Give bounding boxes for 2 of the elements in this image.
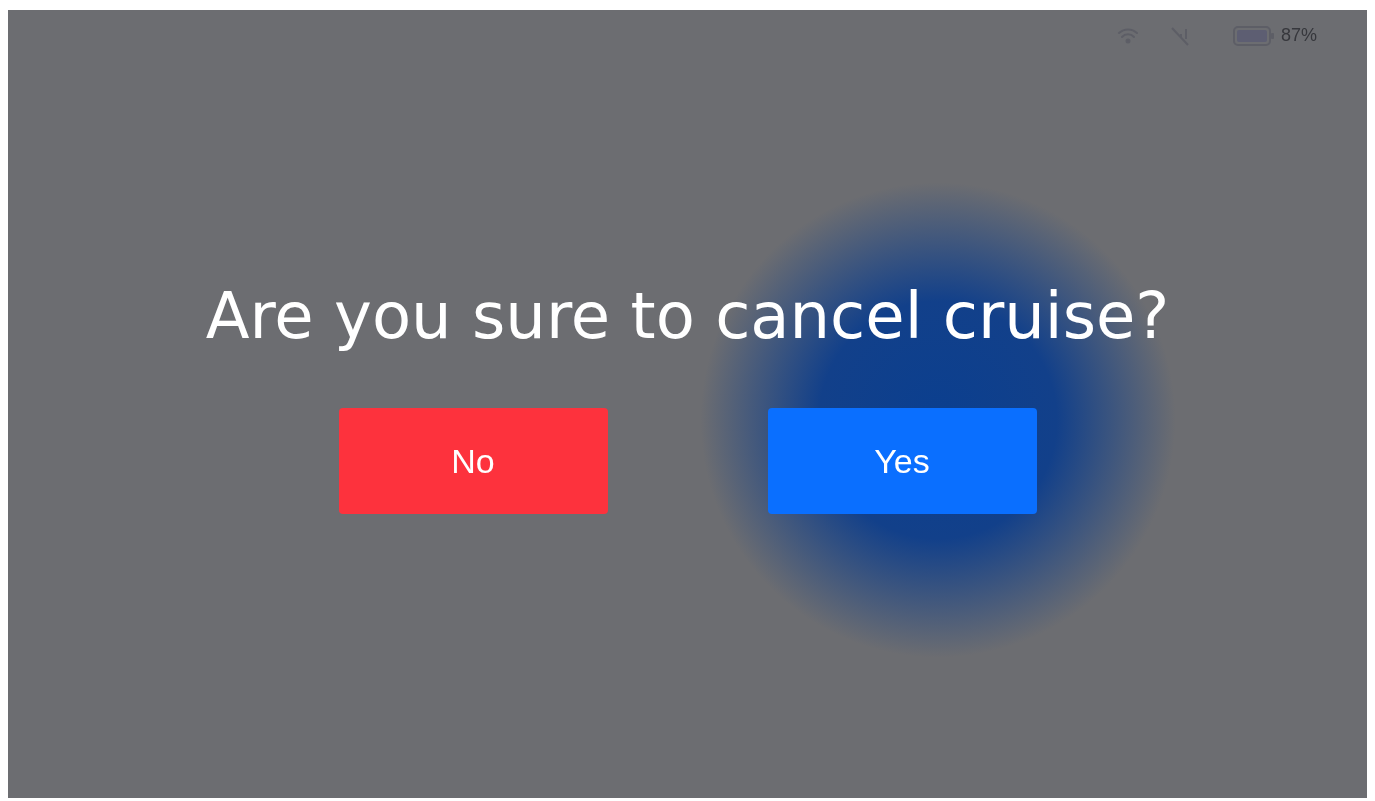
dialog-button[interactable]: No xyxy=(338,408,608,514)
dialog-button[interactable]: Yes xyxy=(767,408,1037,514)
